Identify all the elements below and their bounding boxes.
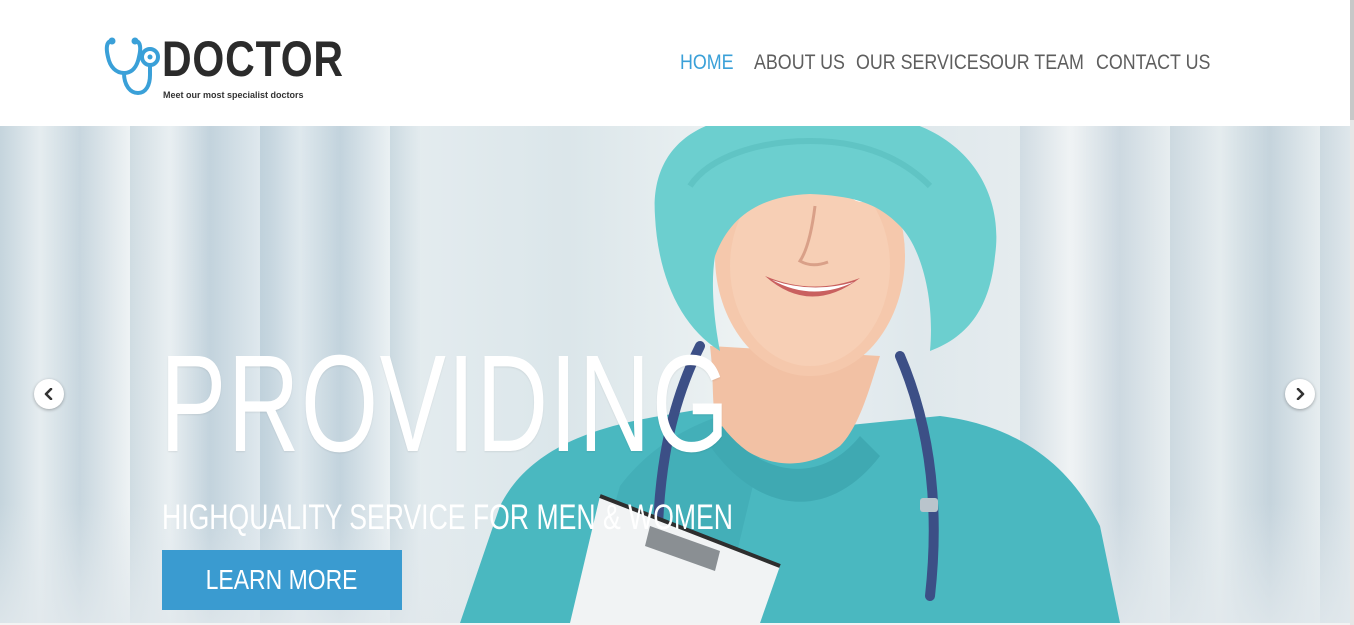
- brand-tagline: Meet our most specialist doctors: [163, 90, 304, 100]
- scrollbar-thumb[interactable]: [1350, 0, 1354, 120]
- site-logo[interactable]: DOCTOR Meet our most specialist doctors: [104, 31, 343, 105]
- nav-item-our-team[interactable]: OUR TEAM: [990, 48, 1084, 78]
- nav-item-our-services[interactable]: OUR SERVICES: [856, 48, 991, 78]
- chevron-right-icon: [1296, 388, 1305, 400]
- main-nav: HOME ABOUT US OUR SERVICES OUR TEAM CONT…: [680, 48, 1210, 78]
- page-scrollbar[interactable]: [1350, 0, 1354, 625]
- learn-more-button[interactable]: LEARN MORE: [162, 550, 402, 610]
- nav-item-about-us[interactable]: ABOUT US: [754, 48, 845, 78]
- chevron-left-icon: [44, 388, 53, 400]
- hero-slider: PROVIDING HIGHQUALITY SERVICE FOR MEN & …: [0, 126, 1350, 623]
- stethoscope-icon: [104, 37, 160, 96]
- site-header: DOCTOR Meet our most specialist doctors …: [0, 0, 1350, 126]
- slider-next-button[interactable]: [1285, 379, 1315, 409]
- brand-name: DOCTOR: [162, 31, 344, 87]
- slide-title: PROVIDING: [160, 327, 731, 481]
- slider-prev-button[interactable]: [34, 379, 64, 409]
- learn-more-label: LEARN MORE: [206, 564, 358, 595]
- nav-item-home[interactable]: HOME: [680, 48, 743, 78]
- nav-item-contact-us[interactable]: CONTACT US: [1096, 48, 1210, 78]
- slide-subtitle: HIGHQUALITY SERVICE FOR MEN & WOMEN: [162, 498, 733, 537]
